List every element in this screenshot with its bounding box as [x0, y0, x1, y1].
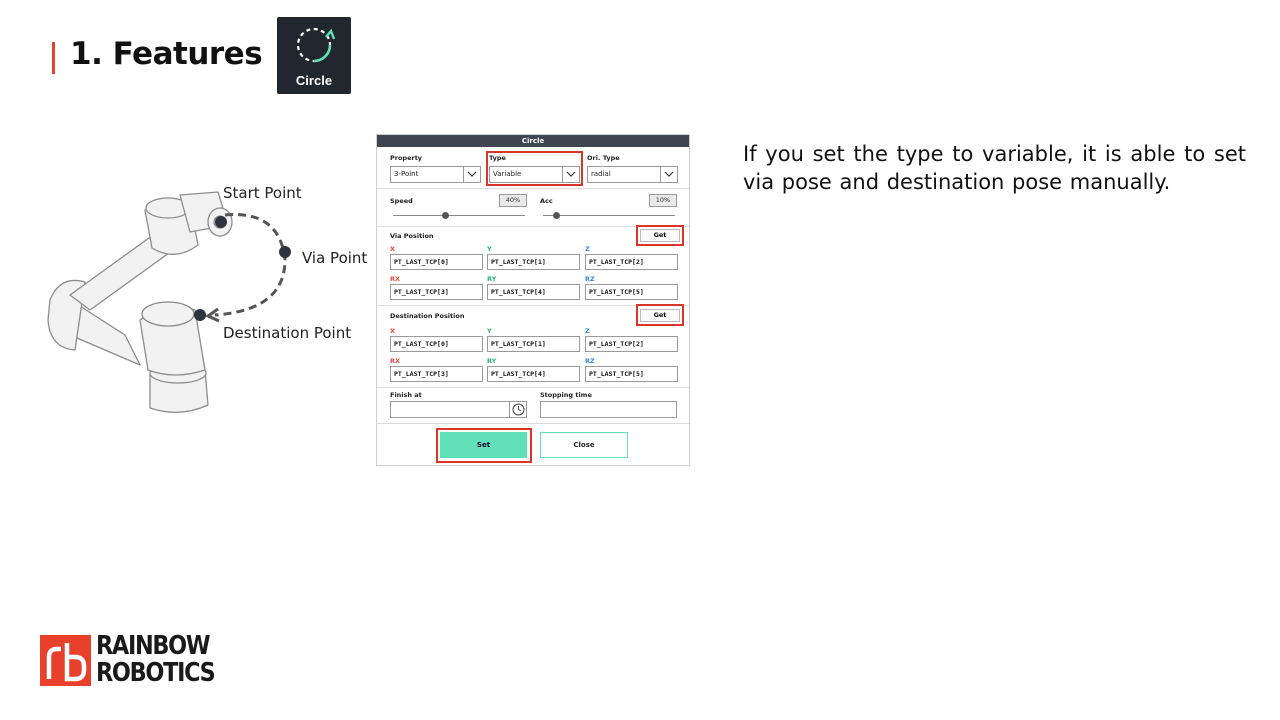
speed-slider-track[interactable]	[393, 215, 525, 216]
circle-tile-label: Circle	[295, 73, 333, 88]
property-select[interactable]: 3-Point	[390, 166, 481, 183]
via-rz-axis-label: RZ	[585, 275, 595, 283]
stopping-time-label: Stopping time	[540, 391, 592, 399]
destination-get-highlight-box	[636, 304, 684, 326]
speed-value: 40%	[499, 194, 527, 207]
robot-arm-illustration	[47, 191, 291, 413]
dest-ry-axis-label: RY	[487, 357, 497, 365]
via-y-input[interactable]: PT_LAST_TCP[1]	[487, 254, 580, 270]
property-label: Property	[390, 154, 423, 162]
via-x-axis-label: X	[390, 245, 396, 253]
dest-z-axis-label: Z	[585, 327, 590, 335]
finish-at-label: Finish at	[390, 391, 422, 399]
circle-arrow-icon	[296, 27, 335, 63]
divider	[377, 387, 689, 388]
company-logo-text: RAINBOW ROBOTICS	[96, 631, 216, 688]
dest-rz-input[interactable]: PT_LAST_TCP[5]	[585, 366, 678, 382]
via-ry-input[interactable]: PT_LAST_TCP[4]	[487, 284, 580, 300]
clock-icon	[512, 403, 525, 416]
speed-slider-handle[interactable]	[442, 212, 450, 219]
logo-line-2: ROBOTICS	[96, 658, 216, 688]
via-z-axis-label: Z	[585, 245, 590, 253]
via-x-input[interactable]: PT_LAST_TCP[0]	[390, 254, 483, 270]
logo-line-1: RAINBOW	[96, 631, 211, 661]
chevron-down-icon	[463, 167, 480, 182]
property-value: 3-Point	[394, 170, 419, 178]
dest-x-axis-label: X	[390, 327, 396, 335]
chevron-down-icon	[660, 167, 677, 182]
acc-slider-handle[interactable]	[552, 212, 560, 219]
finish-at-input[interactable]	[390, 401, 510, 418]
slide-title: 1. Features	[70, 36, 263, 72]
stopping-time-input[interactable]	[540, 401, 677, 418]
start-point-label: Start Point	[223, 184, 302, 202]
rb-logo-icon	[46, 643, 87, 682]
via-ry-axis-label: RY	[487, 275, 497, 283]
dialog-title: Circle	[377, 135, 689, 147]
dest-x-input[interactable]: PT_LAST_TCP[0]	[390, 336, 483, 352]
destination-point-label: Destination Point	[223, 324, 352, 342]
via-rx-input[interactable]: PT_LAST_TCP[3]	[390, 284, 483, 300]
via-position-label: Via Position	[390, 232, 434, 240]
acc-label: Acc	[540, 197, 553, 205]
circle-command-tile[interactable]: Circle	[277, 17, 351, 94]
dest-rz-axis-label: RZ	[585, 357, 595, 365]
via-rx-axis-label: RX	[390, 275, 401, 283]
destination-position-label: Destination Position	[390, 312, 465, 320]
rainbow-robotics-logo-mark	[40, 635, 91, 686]
description-text: If you set the type to variable, it is a…	[743, 142, 1246, 194]
ori-type-label: Ori. Type	[587, 154, 620, 162]
ori-type-select[interactable]: radial	[587, 166, 678, 183]
ori-type-value: radial	[591, 170, 611, 178]
speed-label: Speed	[390, 197, 413, 205]
divider	[377, 423, 689, 424]
type-highlight-box	[486, 151, 583, 186]
dest-y-input[interactable]: PT_LAST_TCP[1]	[487, 336, 580, 352]
title-accent-bar	[52, 42, 55, 74]
dest-y-axis-label: Y	[487, 327, 492, 335]
via-y-axis-label: Y	[487, 245, 492, 253]
dest-rx-axis-label: RX	[390, 357, 401, 365]
dest-ry-input[interactable]: PT_LAST_TCP[4]	[487, 366, 580, 382]
acc-value: 10%	[649, 194, 677, 207]
via-rz-input[interactable]: PT_LAST_TCP[5]	[585, 284, 678, 300]
acc-slider-track[interactable]	[543, 215, 675, 216]
divider	[377, 188, 689, 189]
set-highlight-box	[436, 428, 532, 463]
via-z-input[interactable]: PT_LAST_TCP[2]	[585, 254, 678, 270]
finish-at-clock-button[interactable]	[509, 401, 527, 418]
via-point-label: Via Point	[302, 249, 368, 267]
dest-rx-input[interactable]: PT_LAST_TCP[3]	[390, 366, 483, 382]
close-button[interactable]: Close	[540, 432, 628, 458]
circle-dialog: Circle Property 3-Point Type Variable Or…	[376, 134, 690, 466]
dest-z-input[interactable]: PT_LAST_TCP[2]	[585, 336, 678, 352]
via-get-highlight-box	[636, 225, 684, 246]
